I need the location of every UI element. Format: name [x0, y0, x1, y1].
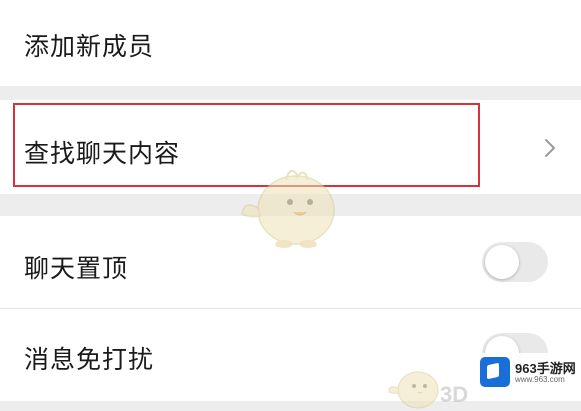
watermark-3d-text: 3D — [440, 382, 469, 407]
settings-item-pin-chat[interactable]: 聊天置顶 — [0, 216, 581, 308]
chat-settings-page: 添加新成员 查找聊天内容 聊天置顶 消息免打扰 3D 963手游网 www.96… — [0, 0, 581, 411]
toggle-knob — [485, 245, 519, 279]
settings-item-label: 添加新成员 — [24, 32, 155, 61]
settings-item-add-member[interactable]: 添加新成员 — [0, 0, 581, 86]
site-logo: 963手游网 www.963.com — [475, 353, 581, 391]
site-logo-icon — [480, 357, 510, 387]
settings-item-search-chat[interactable]: 查找聊天内容 — [0, 100, 581, 194]
chevron-right-icon — [545, 139, 555, 157]
pin-chat-toggle[interactable] — [482, 242, 548, 282]
settings-item-label: 消息免打扰 — [24, 345, 155, 374]
site-logo-url: www.963.com — [515, 375, 565, 384]
settings-item-label: 聊天置顶 — [24, 254, 129, 283]
settings-item-label: 查找聊天内容 — [24, 139, 181, 168]
